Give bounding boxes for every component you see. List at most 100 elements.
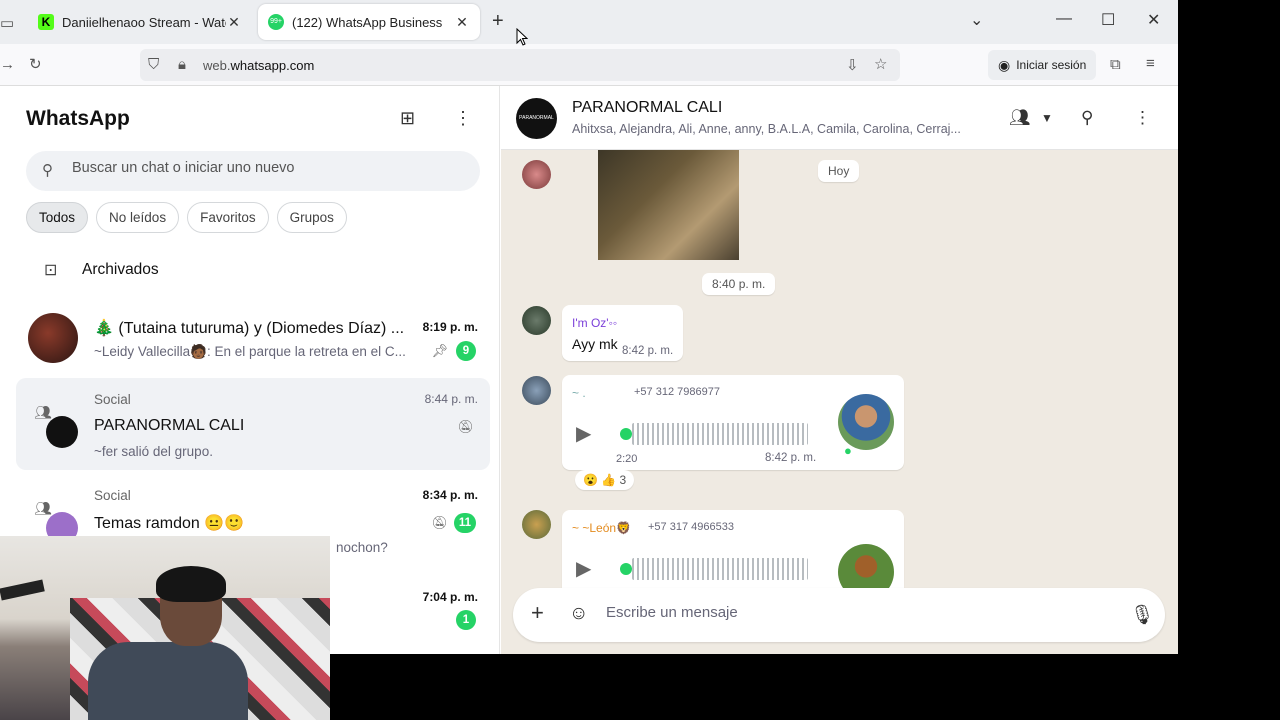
waveform[interactable] (632, 558, 808, 580)
tab-list-icon[interactable]: ▭ (0, 14, 14, 32)
play-icon[interactable]: ▶ (576, 421, 591, 446)
chat-item-selected[interactable]: 👥︎ Social PARANORMAL CALI ~fer salió del… (16, 378, 490, 470)
chat-name: PARANORMAL CALI (94, 417, 245, 434)
sender-avatar (522, 306, 551, 335)
archived-row[interactable]: ⊡ Archivados (26, 254, 480, 286)
forward-icon[interactable]: → (0, 56, 15, 73)
archived-label: Archivados (82, 261, 159, 278)
pin-icon: 📌︎ (431, 343, 448, 358)
voice-message-bubble[interactable]: ~ ~León🦁 +57 317 4966533 ▶ (562, 510, 904, 588)
close-window-icon[interactable]: ✕ (1147, 10, 1160, 30)
signin-label: Iniciar sesión (1016, 58, 1087, 72)
chat-name: Temas ramdon 😐🙂 (94, 515, 245, 532)
url-text: web.whatsapp.com (203, 58, 315, 73)
search-icon[interactable]: ⚲ (1081, 108, 1093, 128)
community-icon[interactable]: 👥︎ (1009, 108, 1031, 128)
lock-icon[interactable]: 🔒︎ (178, 56, 186, 73)
maximize-icon[interactable]: ☐ (1101, 10, 1115, 30)
search-box[interactable]: ⚲ (26, 151, 480, 191)
sender-avatar (522, 510, 551, 539)
new-tab-plus-icon[interactable]: + (492, 10, 504, 33)
address-bar[interactable]: ⛉ 🔒︎ web.whatsapp.com ⇩ ☆ (140, 49, 900, 81)
voice-message-bubble[interactable]: ~ . +57 312 7986977 ▶ 2:20 8:42 p. m. ● (562, 375, 904, 470)
sender-phone: +57 312 7986977 (634, 386, 720, 398)
play-icon[interactable]: ▶ (576, 556, 591, 581)
unread-badge: 11 (453, 513, 476, 533)
chat-preview: ~fer salió del grupo. (94, 444, 213, 459)
nav-bar: → ↻ ⛉ 🔒︎ web.whatsapp.com ⇩ ☆ ◉ Iniciar … (0, 44, 1178, 86)
microphone-icon[interactable]: 🎙︎ (1130, 603, 1154, 627)
streamer (88, 566, 248, 720)
sender-name: ~ . (572, 386, 586, 400)
filter-favorites[interactable]: Favoritos (187, 202, 269, 233)
group-avatar[interactable]: PARANORMAL (516, 98, 557, 139)
community-icon: 👥︎ (34, 404, 52, 420)
playback-handle[interactable] (620, 563, 632, 575)
install-app-icon[interactable]: ⇩ (846, 56, 859, 74)
waveform[interactable] (632, 423, 808, 445)
extensions-icon[interactable]: ⧉ (1110, 56, 1121, 73)
chat-item[interactable]: 🎄 (Tutaina tuturuma) y (Diomedes Díaz) .… (16, 296, 490, 388)
message-list[interactable]: Hoy 8:40 p. m. I'm Oz'◦◦ Ayy mk 8:42 p. … (501, 150, 1178, 588)
group-members: Ahitxsa, Alejandra, Ali, Anne, anny, B.A… (572, 122, 961, 136)
message-bubble[interactable]: I'm Oz'◦◦ Ayy mk 8:42 p. m. (562, 305, 683, 361)
mouse-cursor-icon (516, 28, 528, 46)
sticker-icon[interactable]: ☺ (569, 603, 588, 625)
kebab-menu-icon[interactable]: ⋮ (454, 108, 472, 129)
archive-icon: ⊡ (44, 262, 58, 279)
sender-avatar (522, 160, 551, 189)
muted-bell-icon: 🔕︎ (457, 419, 474, 434)
tab-title: Daniielhenaoo Stream - Watch (62, 14, 226, 30)
signin-button[interactable]: ◉ Iniciar sesión (988, 50, 1097, 80)
mic-icon: ● (844, 443, 852, 458)
attach-plus-icon[interactable]: + (531, 600, 544, 626)
unread-badge: 1 (456, 610, 476, 630)
voice-sender-avatar (838, 394, 894, 450)
image-message[interactable] (598, 150, 739, 260)
search-icon: ⚲ (42, 162, 53, 179)
chat-preview: ~Leidy Vallecilla🧑🏾: En el parque la ret… (94, 344, 406, 359)
whatsapp-favicon-icon: 99+ (268, 14, 284, 30)
filter-all[interactable]: Todos (26, 202, 89, 233)
reload-icon[interactable]: ↻ (29, 55, 42, 73)
voice-duration: 2:20 (616, 453, 638, 465)
reactions[interactable]: 😮 👍 3 (575, 470, 635, 490)
message-time: 8:42 p. m. (622, 345, 674, 357)
bookmark-star-icon[interactable]: ☆ (874, 55, 887, 73)
tab-whatsapp[interactable]: 99+ (122) WhatsApp Business ✕ (258, 4, 480, 40)
sender-name: I'm Oz'◦◦ (572, 316, 618, 330)
account-icon: ◉ (998, 56, 1011, 73)
chat-time: 8:44 p. m. (424, 392, 478, 406)
time-pill: 8:40 p. m. (702, 273, 776, 295)
conversation-header[interactable]: PARANORMAL PARANORMAL CALI Ahitxsa, Alej… (501, 86, 1178, 150)
search-input[interactable] (72, 160, 452, 176)
filter-unread[interactable]: No leídos (96, 202, 180, 233)
webcam-overlay (0, 536, 330, 720)
message-text: Ayy mk (572, 336, 618, 352)
minimize-icon[interactable]: — (1056, 10, 1072, 28)
chat-category: Social (94, 488, 131, 503)
conversation-panel: PARANORMAL PARANORMAL CALI Ahitxsa, Alej… (501, 86, 1178, 654)
unread-badge: 9 (456, 341, 476, 361)
menu-icon[interactable]: ≡ (1146, 55, 1155, 72)
new-chat-icon[interactable]: ⊞ (400, 108, 415, 129)
chat-category: Social (94, 392, 131, 407)
close-tab-icon[interactable]: ✕ (226, 14, 242, 31)
muted-bell-icon: 🔕︎ (431, 515, 448, 530)
close-tab-icon[interactable]: ✕ (454, 14, 470, 31)
streamer-hair (156, 566, 226, 602)
shield-icon[interactable]: ⛉ (148, 56, 159, 73)
avatar (46, 416, 78, 448)
tab-kick-stream[interactable]: K Daniielhenaoo Stream - Watch ✕ (28, 4, 252, 40)
kebab-menu-icon[interactable]: ⋮ (1134, 108, 1151, 128)
chevron-down-icon[interactable]: ▼ (1041, 111, 1053, 125)
sender-phone: +57 317 4966533 (648, 521, 734, 533)
community-icon: 👥︎ (34, 500, 52, 516)
chat-time: 7:04 p. m. (422, 590, 478, 604)
message-input[interactable] (606, 604, 1066, 621)
tab-list-chevron-icon[interactable]: ⌄ (970, 10, 983, 30)
app-title: WhatsApp (26, 107, 130, 130)
filter-groups[interactable]: Grupos (276, 202, 347, 233)
playback-handle[interactable] (620, 428, 632, 440)
chat-preview: nochon? (336, 540, 388, 555)
